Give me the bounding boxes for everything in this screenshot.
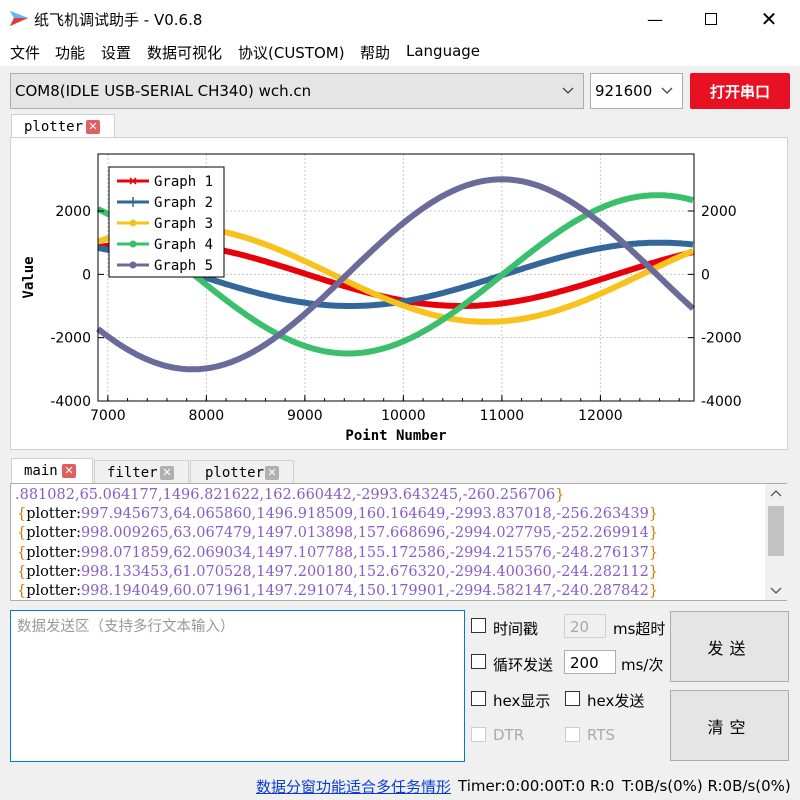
timer-status: Timer:0:00:00 — [458, 777, 564, 795]
baud-select-value: 921600 — [595, 82, 653, 100]
title-bar: 纸飞机调试助手 - V0.6.8 — ✕ — [0, 0, 800, 38]
tab-label: main — [24, 463, 58, 479]
menu-bar: 文件 功能 设置 数据可视化 协议(CUSTOM) 帮助 Language — [0, 38, 800, 66]
x-tick-label: 10000 — [381, 408, 426, 424]
port-select-value: COM8(IDLE USB-SERIAL CH340) wch.cn — [15, 82, 312, 100]
loop-interval-input[interactable]: 200 — [564, 650, 616, 674]
window-title: 纸飞机调试助手 - V0.6.8 — [34, 11, 203, 29]
y-tick-label: -4000 — [50, 394, 91, 410]
receive-log[interactable]: .881082,65.064177,1496.821622,162.660442… — [10, 483, 787, 601]
open-port-button[interactable]: 打开串口 — [690, 73, 790, 109]
menu-protocol[interactable]: 协议(CUSTOM) — [238, 42, 345, 63]
paper-plane-icon — [10, 11, 28, 26]
menu-language[interactable]: Language — [406, 42, 480, 60]
y-tick-label-right: 2000 — [701, 204, 737, 220]
chevron-down-icon — [562, 87, 574, 94]
loop-send-label: 循环发送 — [493, 656, 554, 674]
chevron-down-icon — [661, 87, 673, 94]
scroll-down-icon[interactable] — [770, 586, 782, 596]
y-tick-label-right: -4000 — [701, 394, 742, 410]
y-tick-label: 2000 — [55, 204, 91, 220]
port-select[interactable]: COM8(IDLE USB-SERIAL CH340) wch.cn — [10, 73, 584, 109]
log-scrollbar[interactable] — [765, 484, 787, 600]
close-icon: ✕ — [760, 7, 778, 31]
log-line: {plotter:997.945673,64.065860,1496.91850… — [17, 506, 659, 522]
y-tick-label: -2000 — [50, 331, 91, 347]
tx-rx-count: T:0 R:0 — [563, 777, 615, 795]
x-tick-label: 12000 — [578, 408, 623, 424]
log-line: {plotter:998.009265,63.067479,1497.01389… — [17, 525, 659, 542]
rate-status: T:0B/s(0%) R:0B/s(0%) — [622, 777, 791, 795]
log-line: {plotter:998.194049,60.071961,1497.29107… — [17, 583, 659, 600]
hex-display-checkbox[interactable] — [471, 691, 486, 706]
legend-marker — [129, 219, 137, 227]
legend-label: Graph 1 — [154, 174, 213, 190]
timestamp-label: 时间戳 — [493, 620, 539, 638]
plot-panel: 7000 8000 9000 10000 11000 12000 -4000 -4000 -20… — [10, 137, 788, 450]
x-tick-label: 11000 — [480, 408, 525, 424]
menu-file[interactable]: 文件 — [10, 42, 40, 63]
tab-label: plotter — [24, 119, 84, 135]
menu-settings[interactable]: 设置 — [101, 42, 131, 63]
minimize-icon: — — [647, 9, 663, 29]
timeout-unit: ms超时 — [613, 620, 666, 638]
tab-filter[interactable]: filter ✕ — [94, 460, 189, 484]
timeout-input: 20 — [564, 614, 606, 638]
dtr-label: DTR — [493, 726, 525, 744]
y-tick-label: 0 — [82, 267, 91, 283]
x-tick-label: 9000 — [287, 408, 323, 424]
close-window-button[interactable]: ✕ — [740, 0, 798, 38]
dtr-checkbox — [471, 727, 486, 742]
menu-help[interactable]: 帮助 — [360, 42, 390, 63]
hex-send-checkbox[interactable] — [565, 691, 580, 706]
close-tab-icon[interactable]: ✕ — [265, 466, 279, 480]
x-tick-label: 8000 — [189, 408, 225, 424]
status-link[interactable]: 数据分窗功能适合多任务情形 — [256, 776, 451, 797]
scroll-thumb[interactable] — [768, 506, 784, 556]
send-button[interactable]: 发送 — [670, 611, 789, 682]
tab-plotter-log[interactable]: plotter ✕ — [190, 460, 294, 484]
log-line: {plotter:998.071859,62.069034,1497.10778… — [17, 544, 659, 561]
legend-label: Graph 3 — [154, 216, 213, 232]
loop-interval-unit: ms/次 — [621, 656, 664, 674]
rts-label: RTS — [587, 726, 616, 744]
x-tick-label: 7000 — [90, 408, 126, 424]
baud-select[interactable]: 921600 — [590, 73, 683, 109]
legend-label: Graph 5 — [154, 258, 213, 274]
log-line: .881082,65.064177,1496.821622,162.660442… — [15, 487, 565, 503]
hex-display-label: hex显示 — [493, 692, 551, 710]
send-placeholder: 数据发送区（支持多行文本输入） — [17, 619, 235, 635]
timestamp-checkbox[interactable] — [471, 618, 486, 633]
tab-label: filter — [107, 465, 158, 481]
x-axis-label: Point Number — [345, 428, 446, 444]
close-tab-icon[interactable]: ✕ — [86, 120, 100, 134]
tab-label: plotter — [205, 465, 265, 481]
line-chart[interactable]: 7000 8000 9000 10000 11000 12000 -4000 -4000 -20… — [11, 138, 787, 449]
legend-marker — [129, 240, 137, 248]
scroll-up-icon[interactable] — [770, 488, 782, 498]
tab-main[interactable]: main ✕ — [11, 458, 93, 484]
send-textarea[interactable]: 数据发送区（支持多行文本输入） — [10, 610, 465, 762]
maximize-icon — [705, 13, 717, 25]
y-axis-label: Value — [21, 256, 37, 298]
legend-label: Graph 2 — [154, 195, 213, 211]
y-tick-label-right: 0 — [701, 267, 710, 283]
y-tick-label-right: -2000 — [701, 331, 742, 347]
legend-label: Graph 4 — [154, 237, 213, 253]
clear-button[interactable]: 清空 — [670, 690, 789, 761]
legend-marker — [129, 261, 137, 269]
close-tab-icon[interactable]: ✕ — [160, 466, 174, 480]
close-tab-icon[interactable]: ✕ — [62, 464, 76, 478]
hex-send-label: hex发送 — [587, 692, 645, 710]
minimize-button[interactable]: — — [626, 0, 684, 38]
maximize-button[interactable] — [682, 0, 740, 38]
menu-visualization[interactable]: 数据可视化 — [147, 42, 222, 63]
loop-send-checkbox[interactable] — [471, 654, 486, 669]
log-line: {plotter:998.133453,61.070528,1497.20018… — [17, 563, 659, 580]
menu-function[interactable]: 功能 — [55, 42, 85, 63]
rts-checkbox — [565, 727, 580, 742]
